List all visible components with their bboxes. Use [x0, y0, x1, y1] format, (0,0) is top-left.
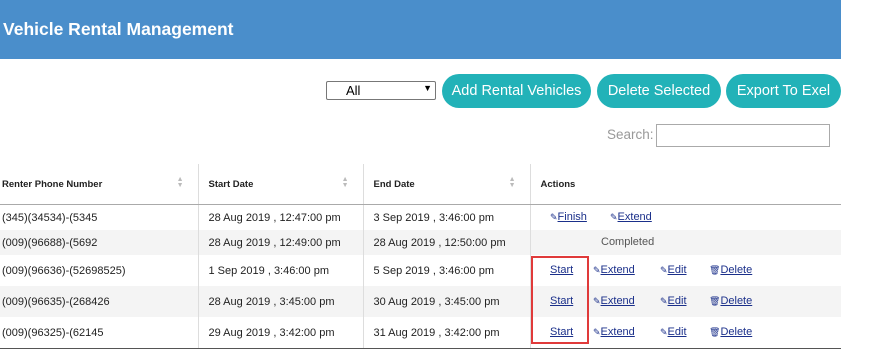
extend-link[interactable]: ✎Extend: [610, 211, 652, 223]
end-date-cell: 30 Aug 2019 , 3:45:00 pm: [363, 286, 531, 317]
export-button[interactable]: Export To Exel: [726, 74, 841, 108]
edit-link[interactable]: ✎Edit: [660, 326, 687, 338]
add-rental-vehicles-button[interactable]: Add Rental Vehicles: [442, 74, 591, 108]
delete-link[interactable]: 🗑Delete: [709, 264, 752, 276]
edit-icon: ✎: [593, 296, 601, 306]
end-date-cell: 31 Aug 2019 , 3:42:00 pm: [363, 317, 531, 349]
phone-cell: (345)(34534)-(5345: [0, 204, 199, 230]
phone-cell: (009)(96636)-(52698525): [0, 255, 199, 286]
edit-icon: ✎: [660, 296, 668, 306]
edit-link[interactable]: ✎Edit: [660, 264, 687, 276]
status-completed: Completed: [601, 236, 655, 248]
column-header-label: Renter Phone Number: [2, 178, 103, 190]
start-date-cell: 28 Aug 2019 , 12:49:00 pm: [198, 230, 364, 255]
extend-link[interactable]: ✎Extend: [593, 326, 635, 338]
rentals-table: Renter Phone Number ▲ ▼ Start Date ▲ ▼ End D…: [0, 164, 841, 349]
extend-link[interactable]: ✎Extend: [593, 295, 635, 307]
filter-select[interactable]: All ▼: [326, 81, 436, 100]
edit-icon: ✎: [660, 265, 668, 275]
start-date-cell: 28 Aug 2019 , 12:47:00 pm: [198, 204, 364, 230]
trash-icon: 🗑: [709, 265, 721, 275]
start-date-cell: 1 Sep 2019 , 3:46:00 pm: [198, 255, 364, 286]
trash-icon: 🗑: [709, 296, 721, 306]
edit-icon: ✎: [660, 327, 668, 337]
end-date-cell: 28 Aug 2019 , 12:50:00 pm: [363, 230, 531, 255]
edit-icon: ✎: [593, 327, 601, 337]
actions-cell: [530, 230, 841, 255]
column-header-start-date[interactable]: Start Date ▲ ▼: [198, 164, 364, 205]
page-header: Vehicle Rental Management: [0, 0, 841, 59]
phone-cell: (009)(96325)-(62145: [0, 317, 199, 349]
end-date-cell: 3 Sep 2019 , 3:46:00 pm: [363, 204, 531, 230]
phone-cell: (009)(96688)-(5692: [0, 230, 199, 255]
column-header-label: End Date: [373, 178, 415, 190]
edit-icon: ✎: [593, 265, 601, 275]
column-header-label: Start Date: [208, 178, 254, 190]
column-header-label: Actions: [540, 178, 576, 190]
chevron-down-icon: ▼: [423, 83, 432, 93]
edit-icon: ✎: [610, 212, 618, 222]
page-title: Vehicle Rental Management: [3, 19, 234, 39]
delete-link[interactable]: 🗑Delete: [709, 326, 752, 338]
column-header-actions: Actions: [530, 164, 841, 205]
filter-select-value: All: [346, 83, 361, 98]
finish-link[interactable]: ✎Finish: [550, 211, 587, 223]
end-date-cell: 5 Sep 2019 , 3:46:00 pm: [363, 255, 531, 286]
edit-icon: ✎: [550, 212, 558, 222]
table-row: (009)(96688)-(5692 28 Aug 2019 , 12:49:0…: [0, 230, 841, 255]
delete-selected-button[interactable]: Delete Selected: [597, 74, 721, 108]
start-date-cell: 28 Aug 2019 , 3:45:00 pm: [198, 286, 364, 317]
table-row: (345)(34534)-(5345 28 Aug 2019 , 12:47:0…: [0, 204, 841, 230]
phone-cell: (009)(96635)-(268426: [0, 286, 199, 317]
table-header-row: Renter Phone Number ▲ ▼ Start Date ▲ ▼ End D…: [0, 164, 841, 205]
start-links-highlight: [531, 256, 589, 344]
sort-icon: ▲ ▼: [176, 176, 184, 189]
sort-icon: ▲ ▼: [341, 176, 349, 189]
sort-icon: ▲ ▼: [508, 176, 516, 189]
trash-icon: 🗑: [709, 327, 721, 337]
delete-link[interactable]: 🗑Delete: [709, 295, 752, 307]
column-header-phone[interactable]: Renter Phone Number ▲ ▼: [0, 164, 199, 205]
search-label: Search:: [607, 127, 654, 142]
start-date-cell: 29 Aug 2019 , 3:42:00 pm: [198, 317, 364, 349]
edit-link[interactable]: ✎Edit: [660, 295, 687, 307]
search-input[interactable]: [656, 124, 830, 147]
column-header-end-date[interactable]: End Date ▲ ▼: [363, 164, 531, 205]
extend-link[interactable]: ✎Extend: [593, 264, 635, 276]
